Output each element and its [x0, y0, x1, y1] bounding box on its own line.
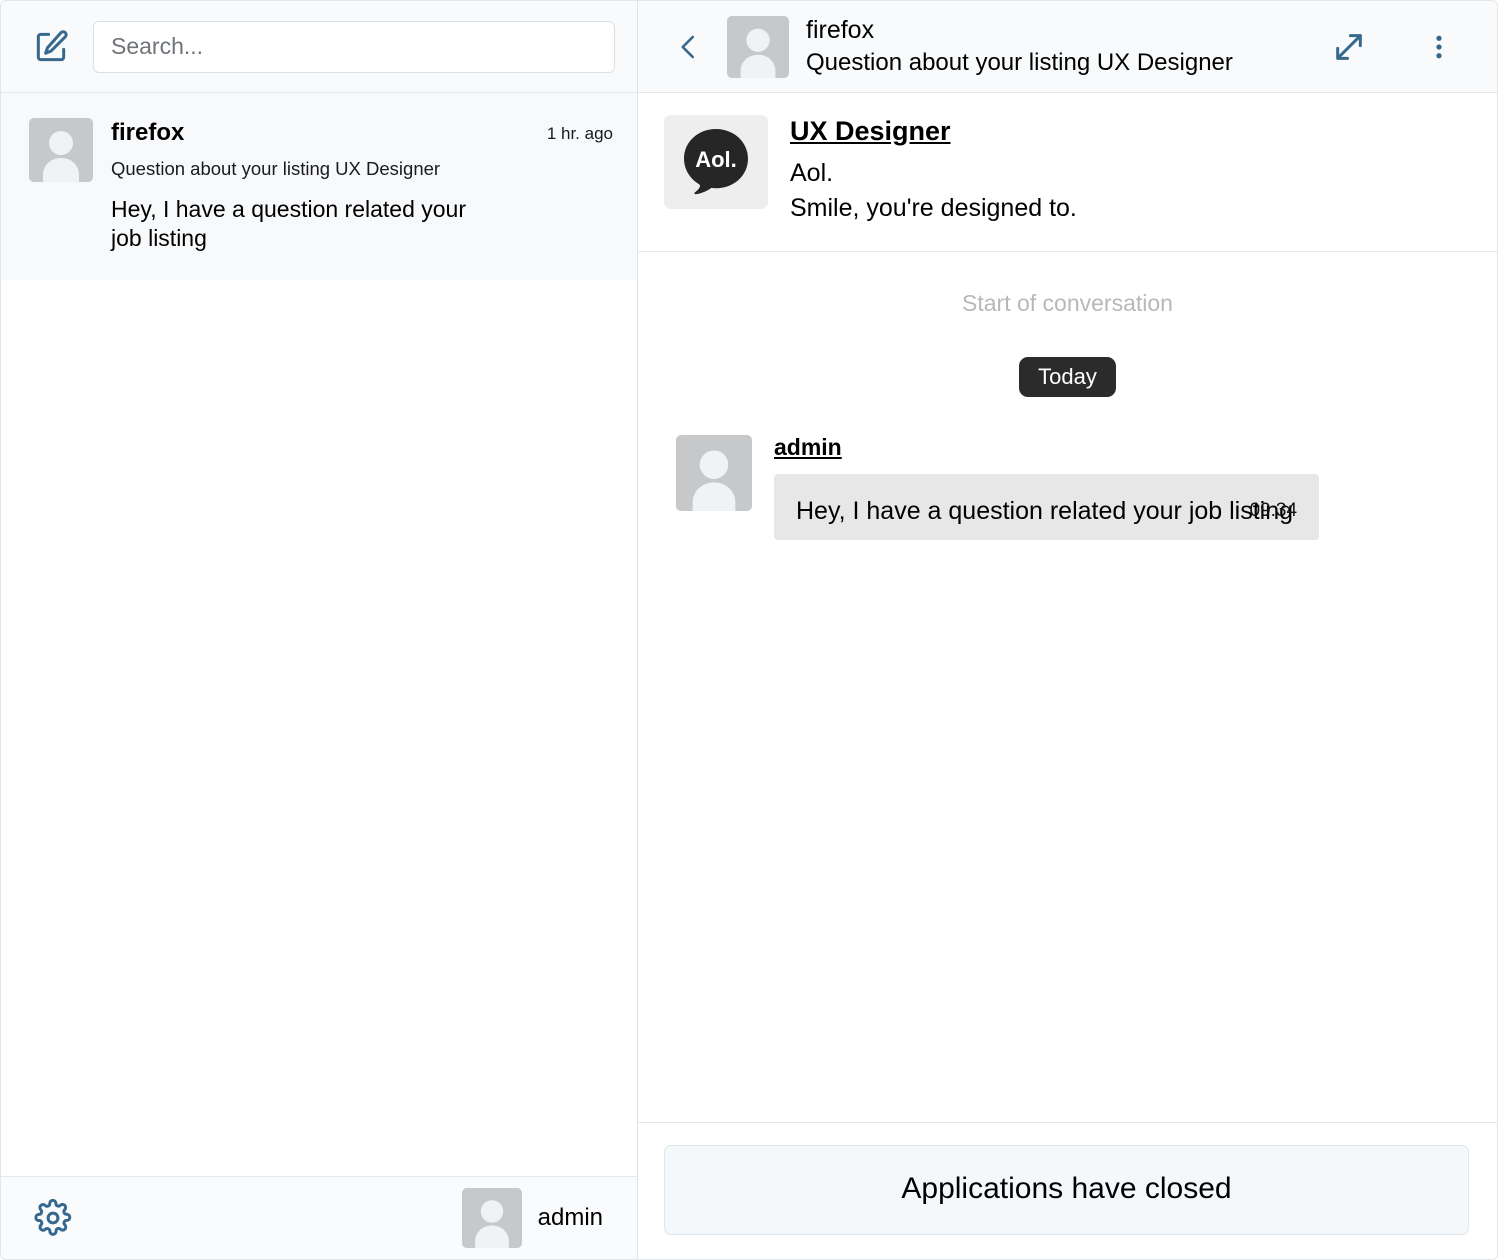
search-toolbar [1, 1, 637, 93]
more-options-button[interactable] [1419, 27, 1459, 67]
aol-logo: Aol. [664, 115, 768, 209]
conversation-timestamp: 1 hr. ago [546, 124, 613, 143]
start-of-conversation-label: Start of conversation [962, 290, 1173, 317]
user-avatar-icon [461, 1188, 522, 1248]
user-avatar-icon [727, 15, 789, 78]
applications-closed-notice: Applications have closed [664, 1145, 1469, 1235]
listing-company: Aol. [790, 159, 834, 188]
user-avatar-icon [29, 118, 93, 182]
conversation-preview: Hey, I have a question related your job … [111, 195, 467, 251]
message-text: Hey, I have a question related your job … [796, 496, 1294, 525]
day-pill-label: Today [1019, 357, 1116, 398]
compose-button[interactable] [29, 25, 73, 69]
expand-diagonal-icon [1336, 33, 1362, 60]
chat-contact-name: firefox [806, 16, 875, 44]
day-divider: Today [668, 357, 1467, 398]
conversation-content: firefox 1 hr. ago Question about your li… [111, 118, 613, 252]
conversations-panel: firefox 1 hr. ago Question about your li… [1, 1, 638, 1259]
more-vertical-icon [1436, 35, 1442, 58]
aol-logo-icon: Aol. [684, 129, 748, 195]
job-listing-card[interactable]: Aol. UX Designer Aol. Smile, you're desi… [638, 93, 1497, 253]
chat-header-identity[interactable]: firefox Question about your listing UX D… [727, 15, 1329, 78]
back-button[interactable] [668, 24, 710, 70]
composer-area: Applications have closed [638, 1122, 1497, 1259]
messaging-app: firefox 1 hr. ago Question about your li… [0, 0, 1498, 1260]
message-item: admin Hey, I have a question related you… [668, 435, 1467, 541]
conversation-subject: Question about your listing UX Designer [111, 158, 441, 180]
message-author[interactable]: admin [774, 435, 842, 461]
message-body: admin Hey, I have a question related you… [774, 435, 1320, 541]
current-user-name: admin [537, 1204, 603, 1231]
user-avatar-icon [676, 435, 752, 512]
aol-logo-text: Aol. [695, 147, 737, 172]
conversation-list-item[interactable]: firefox 1 hr. ago Question about your li… [1, 93, 637, 281]
compose-icon [36, 29, 68, 61]
message-bubble: Hey, I have a question related your job … [774, 473, 1320, 541]
search-input[interactable] [93, 20, 615, 73]
listing-tagline: Smile, you're designed to. [790, 193, 1077, 222]
chat-header-actions [1329, 27, 1473, 67]
expand-button[interactable] [1329, 27, 1369, 67]
listing-title-link[interactable]: UX Designer [790, 115, 951, 147]
chat-subject: Question about your listing UX Designer [806, 49, 1233, 76]
gear-icon [34, 1199, 72, 1236]
chat-header-texts: firefox Question about your listing UX D… [806, 15, 1233, 78]
sidebar-footer: admin [1, 1176, 637, 1259]
settings-button[interactable] [31, 1196, 75, 1240]
listing-info: UX Designer Aol. Smile, you're designed … [790, 115, 1077, 225]
chat-header: firefox Question about your listing UX D… [638, 1, 1497, 93]
conversation-name: firefox [111, 119, 185, 146]
current-user[interactable]: admin [461, 1188, 603, 1248]
chat-panel: firefox Question about your listing UX D… [638, 1, 1497, 1259]
conversation-header-row: firefox 1 hr. ago [111, 119, 613, 146]
message-thread[interactable]: Start of conversation Today admin Hey, I… [638, 252, 1497, 1122]
conversation-list[interactable]: firefox 1 hr. ago Question about your li… [1, 93, 637, 1176]
chevron-left-icon [681, 35, 695, 58]
